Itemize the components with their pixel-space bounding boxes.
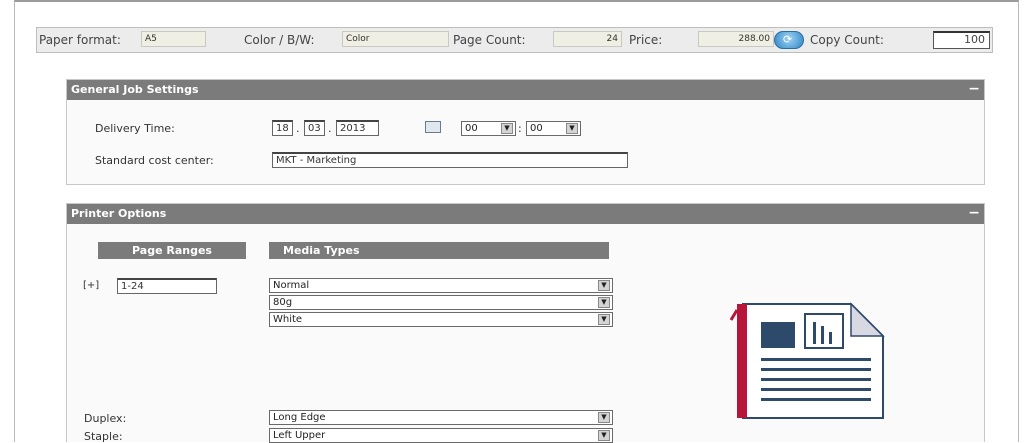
general-job-settings-header[interactable]: General Job Settings − xyxy=(67,80,984,100)
duplex-label: Duplex: xyxy=(84,412,127,425)
time-separator: : xyxy=(518,122,522,135)
staple-select[interactable]: Left Upper ▼ xyxy=(269,428,613,443)
copy-count-input[interactable]: 100 xyxy=(933,31,990,49)
cost-center-input[interactable]: MKT - Marketing xyxy=(272,152,628,168)
duplex-value: Long Edge xyxy=(273,412,326,423)
duplex-select[interactable]: Long Edge ▼ xyxy=(269,410,613,425)
collapse-icon[interactable]: − xyxy=(968,80,980,98)
refresh-icon[interactable]: ⟳ xyxy=(774,31,804,49)
media-type-value: Normal xyxy=(273,280,310,291)
page-count-label: Page Count: xyxy=(453,33,526,47)
document-preview-icon xyxy=(729,296,885,420)
page-range-input[interactable]: 1-24 xyxy=(117,278,217,294)
collapse-icon[interactable]: − xyxy=(968,204,980,222)
page-ranges-header: Page Ranges xyxy=(98,242,246,259)
date-separator: . xyxy=(296,122,300,135)
copy-count-label: Copy Count: xyxy=(810,33,884,47)
media-color-value: White xyxy=(273,314,303,325)
delivery-month-input[interactable]: 03 xyxy=(304,120,325,136)
cost-center-label: Standard cost center: xyxy=(95,154,214,167)
media-color-select[interactable]: White ▼ xyxy=(269,312,613,327)
color-field: Color xyxy=(342,31,449,47)
panel-title: Printer Options xyxy=(71,207,167,220)
delivery-day-input[interactable]: 18 xyxy=(272,120,293,136)
paper-format-label: Paper format: xyxy=(39,33,121,47)
delivery-time-label: Delivery Time: xyxy=(95,122,175,135)
chevron-down-icon: ▼ xyxy=(598,430,610,441)
date-separator: . xyxy=(328,122,332,135)
expand-page-range[interactable]: [+] xyxy=(83,280,99,291)
printer-options-header[interactable]: Printer Options − xyxy=(67,204,984,224)
staple-label: Staple: xyxy=(84,430,123,443)
delivery-minute-select[interactable]: 00 ▼ xyxy=(526,121,581,136)
media-types-header: Media Types xyxy=(269,242,609,259)
chevron-down-icon: ▼ xyxy=(598,412,610,423)
chevron-down-icon: ▼ xyxy=(566,123,578,134)
calendar-icon[interactable] xyxy=(425,121,441,133)
price-field: 288.00 xyxy=(698,31,774,47)
price-label: Price: xyxy=(629,33,663,47)
panel-title: General Job Settings xyxy=(71,83,199,96)
paper-format-field: A5 xyxy=(141,31,206,47)
general-job-settings-panel: General Job Settings − Delivery Time: 18… xyxy=(66,79,985,185)
media-weight-value: 80g xyxy=(273,297,293,308)
delivery-hour-value: 00 xyxy=(465,123,478,134)
color-label: Color / B/W: xyxy=(244,33,315,47)
page-count-field: 24 xyxy=(553,31,622,47)
delivery-year-input[interactable]: 2013 xyxy=(336,120,379,136)
printer-options-panel: Printer Options − Page Ranges Media Type… xyxy=(66,203,985,443)
chevron-down-icon: ▼ xyxy=(501,123,513,134)
job-summary-bar: Paper format: A5 Color / B/W: Color Page… xyxy=(36,27,993,53)
media-weight-select[interactable]: 80g ▼ xyxy=(269,295,613,310)
delivery-hour-select[interactable]: 00 ▼ xyxy=(461,121,516,136)
staple-value: Left Upper xyxy=(273,430,326,441)
chevron-down-icon: ▼ xyxy=(598,280,610,291)
chevron-down-icon: ▼ xyxy=(598,314,610,325)
media-type-select-1[interactable]: Normal ▼ xyxy=(269,278,613,293)
delivery-minute-value: 00 xyxy=(530,123,543,134)
chevron-down-icon: ▼ xyxy=(598,297,610,308)
